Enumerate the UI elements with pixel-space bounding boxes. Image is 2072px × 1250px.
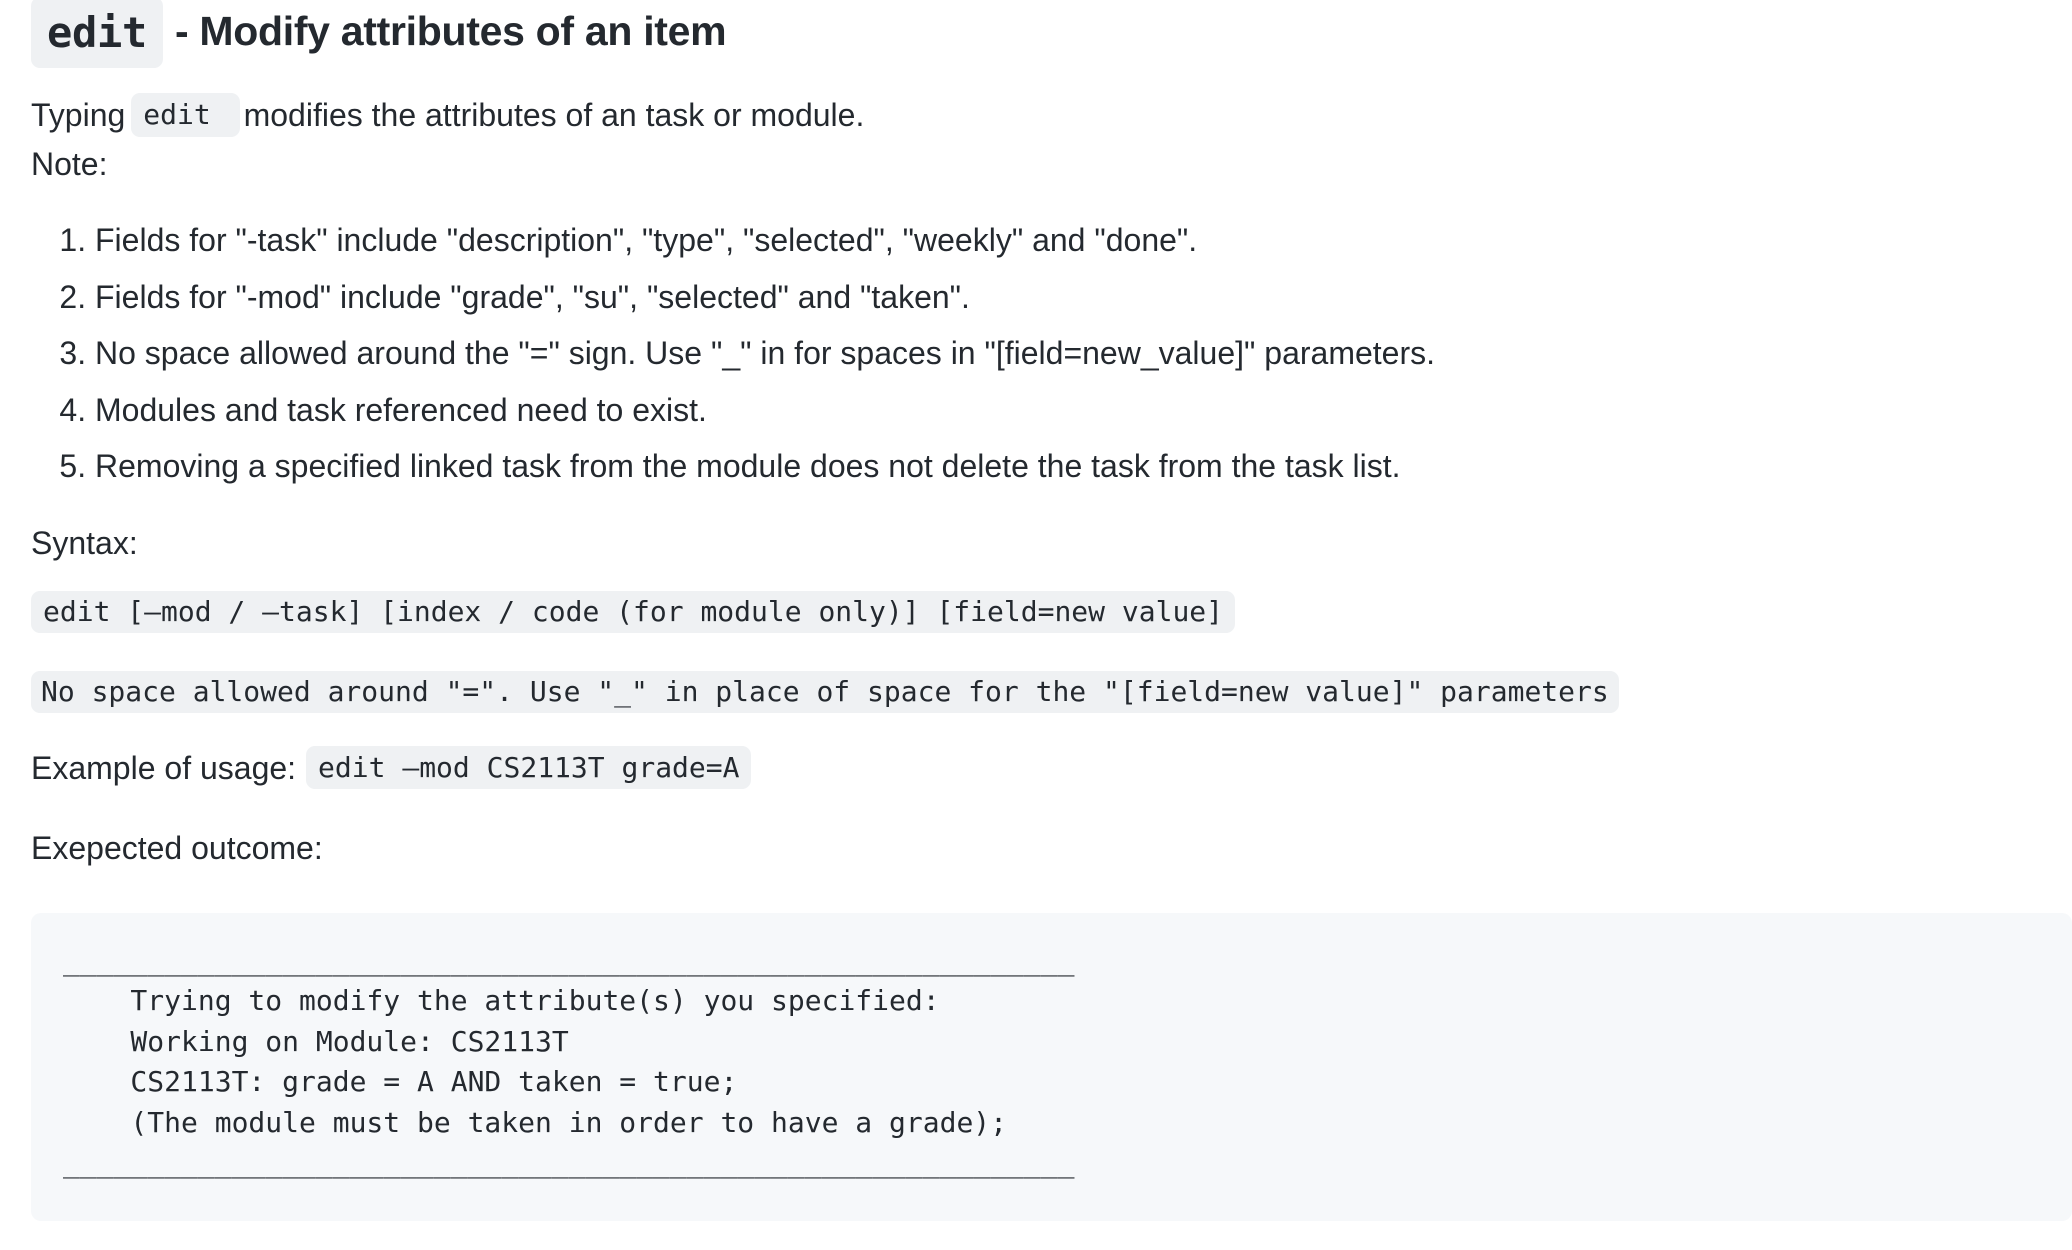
- syntax-note-code: No space allowed around "=". Use "_" in …: [31, 670, 1619, 713]
- list-item: Fields for "-task" include "description"…: [95, 212, 2072, 269]
- notes-list: Fields for "-task" include "description"…: [31, 212, 2072, 495]
- list-item: Fields for "-mod" include "grade", "su",…: [95, 269, 2072, 326]
- list-item: Removing a specified linked task from th…: [95, 438, 2072, 495]
- example-code: edit –mod CS2113T grade=A: [306, 745, 752, 790]
- intro-command-code: edit: [131, 93, 240, 137]
- intro-suffix: modifies the attributes of an task or mo…: [243, 97, 865, 133]
- outcome-line: ________________________________________…: [63, 943, 1075, 977]
- list-item: Modules and task referenced need to exis…: [95, 382, 2072, 439]
- syntax-block: edit [–mod / –task] [index / code (for m…: [31, 567, 2072, 641]
- heading-command-code: edit: [31, 0, 163, 68]
- syntax-note-block: No space allowed around "=". Use "_" in …: [31, 641, 2072, 721]
- intro-prefix: Typing: [31, 97, 126, 133]
- syntax-code: edit [–mod / –task] [index / code (for m…: [31, 590, 1236, 633]
- outcome-line: (The module must be taken in order to ha…: [63, 1105, 1008, 1139]
- page: edit - Modify attributes of an item Typi…: [0, 0, 2072, 1250]
- outcome-code-block: ________________________________________…: [31, 912, 2072, 1221]
- example-label: Example of usage:: [31, 749, 297, 786]
- note-label: Note:: [31, 146, 108, 182]
- example-paragraph: Example of usage: edit –mod CS2113T grad…: [31, 733, 2072, 803]
- section-heading: edit - Modify attributes of an item: [31, 0, 2072, 68]
- outcome-label: Exepected outcome:: [31, 829, 323, 866]
- outcome-line: Working on Module: CS2113T: [63, 1024, 569, 1058]
- outcome-line: CS2113T: grade = A AND taken = true;: [63, 1065, 738, 1098]
- heading-title: - Modify attributes of an item: [174, 8, 727, 55]
- syntax-label: Syntax:: [31, 524, 138, 561]
- intro-paragraph: Typing edit modifies the attributes of a…: [31, 90, 2072, 140]
- outcome-line: Trying to modify the attribute(s) you sp…: [63, 984, 940, 1017]
- outcome-line: ________________________________________…: [63, 1146, 1075, 1179]
- list-item: No space allowed around the "=" sign. Us…: [95, 325, 2072, 382]
